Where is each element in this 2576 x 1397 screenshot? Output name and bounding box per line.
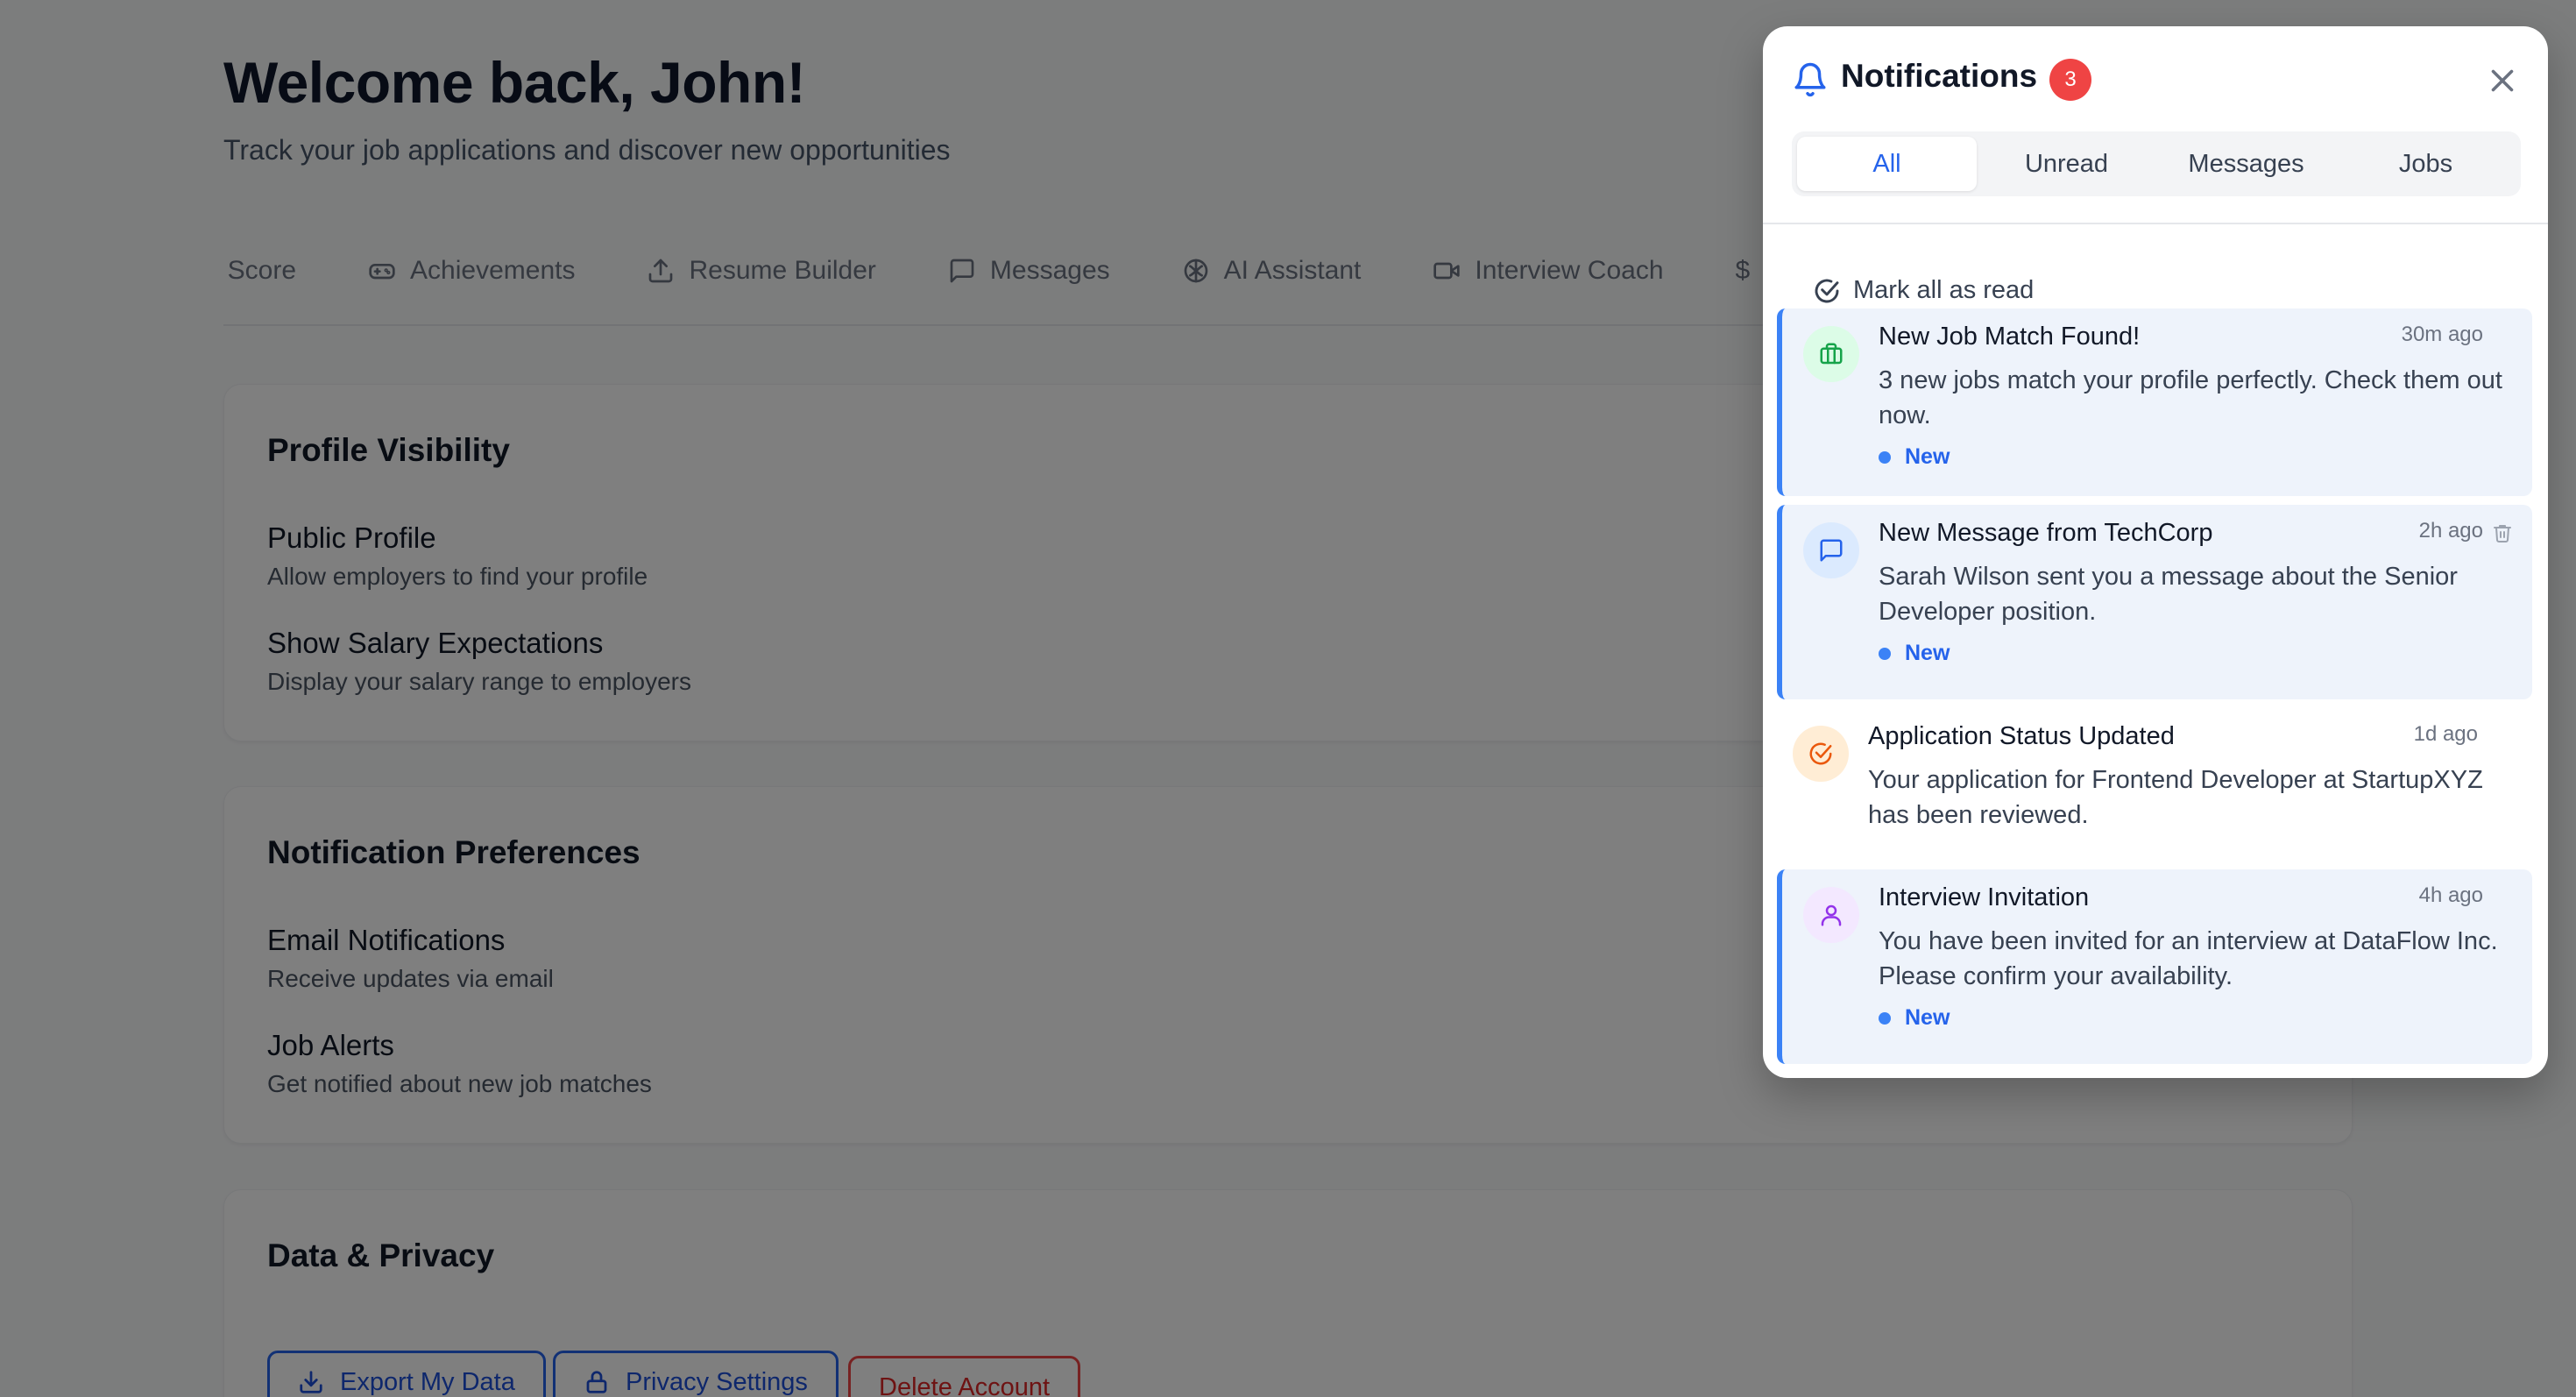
new-badge: New [1879, 444, 1950, 470]
notification-time: 2h ago [2418, 519, 2483, 542]
close-icon[interactable] [2487, 65, 2518, 96]
check-circle-icon [1815, 279, 1839, 302]
filter-tab-all[interactable]: All [1797, 137, 1977, 191]
filter-tab-jobs[interactable]: Jobs [2336, 137, 2516, 191]
panel-title: Notifications [1841, 58, 2038, 94]
bell-icon [1792, 61, 1829, 98]
notification-title: New Job Match Found! [1879, 323, 2141, 351]
notification-filter-tabs: All Unread Messages Jobs [1792, 131, 2521, 196]
notification-item[interactable]: New Message from TechCorp 2h ago Sarah W… [1777, 505, 2532, 699]
notification-time: 1d ago [2413, 722, 2478, 746]
new-badge: New [1879, 641, 1950, 666]
notification-item[interactable]: New Job Match Found! 30m ago 3 new jobs … [1777, 308, 2532, 496]
mark-all-label: Mark all as read [1853, 276, 2035, 304]
filter-tab-messages[interactable]: Messages [2156, 137, 2336, 191]
briefcase-icon [1803, 326, 1859, 382]
notification-body: 3 new jobs match your profile perfectly.… [1879, 366, 2502, 429]
panel-header: Notifications 3 All Unread Messages Jobs [1763, 26, 2548, 224]
filter-tab-unread[interactable]: Unread [1977, 137, 2156, 191]
notification-title: Interview Invitation [1879, 883, 2090, 911]
user-icon [1803, 887, 1859, 943]
trash-icon[interactable] [2492, 522, 2513, 543]
mark-all-read-button[interactable]: Mark all as read [1813, 276, 2034, 305]
notification-body: Your application for Frontend Developer … [1868, 766, 2483, 829]
message-icon [1803, 522, 1859, 578]
check-circle-icon [1793, 726, 1849, 782]
unread-count-badge: 3 [2049, 59, 2091, 101]
notification-title: New Message from TechCorp [1879, 519, 2213, 547]
notifications-panel: Notifications 3 All Unread Messages Jobs… [1763, 26, 2548, 1078]
notification-time: 4h ago [2418, 883, 2483, 907]
notification-body: You have been invited for an interview a… [1879, 927, 2498, 990]
new-badge: New [1879, 1005, 1950, 1031]
notification-item[interactable]: Interview Invitation 4h ago You have bee… [1777, 869, 2532, 1064]
notification-title: Application Status Updated [1868, 722, 2175, 750]
notification-time: 30m ago [2401, 323, 2483, 346]
notification-item[interactable]: Application Status Updated 1d ago Your a… [1772, 708, 2527, 880]
notification-body: Sarah Wilson sent you a message about th… [1879, 563, 2458, 626]
